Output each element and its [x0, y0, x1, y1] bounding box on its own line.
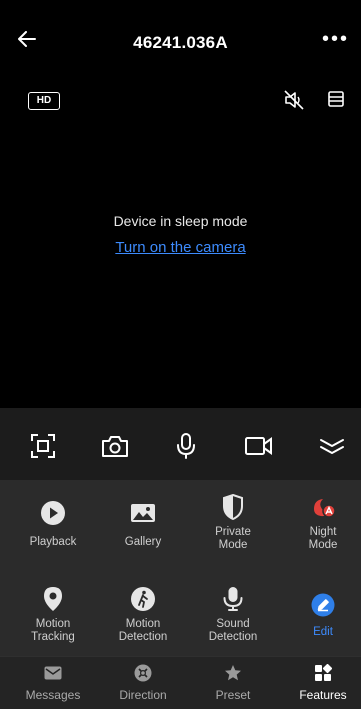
top-bar: 46241.036A ••• — [0, 0, 361, 52]
direction-pad-icon — [98, 663, 188, 683]
grid-icon — [278, 663, 361, 683]
microphone-icon[interactable] — [168, 428, 204, 464]
collapse-icon[interactable] — [314, 428, 350, 464]
hd-quality-button[interactable]: HD — [28, 92, 60, 110]
image-icon — [130, 500, 156, 526]
microphone-icon — [220, 586, 246, 612]
motion-tracking-label: Motion Tracking — [31, 618, 75, 643]
sound-detection-button[interactable]: Sound Detection — [188, 586, 278, 644]
edit-pencil-icon — [310, 592, 336, 618]
tab-direction-label: Direction — [119, 688, 167, 702]
motion-detection-button[interactable]: Motion Detection — [98, 586, 188, 644]
tab-messages[interactable]: Messages — [8, 663, 98, 702]
night-mode-button[interactable]: Night Mode — [278, 494, 361, 552]
tab-features-label: Features — [299, 688, 347, 702]
night-mode-label: Night Mode — [308, 526, 338, 551]
layout-toggle-icon[interactable] — [327, 90, 345, 113]
shield-icon — [220, 494, 246, 520]
control-bar — [0, 408, 361, 480]
bottom-tab-bar: Messages Direction Preset Features — [0, 656, 361, 709]
sleep-mode-message: Device in sleep mode — [113, 213, 248, 229]
page-title: 46241.036A — [133, 33, 228, 52]
tab-direction[interactable]: Direction — [98, 663, 188, 702]
more-options-icon[interactable]: ••• — [322, 29, 349, 49]
edit-button[interactable]: Edit — [278, 592, 361, 639]
motion-detection-label: Motion Detection — [118, 618, 168, 643]
walking-person-icon — [130, 586, 156, 612]
tab-preset-label: Preset — [215, 688, 251, 702]
private-mode-label: Private Mode — [215, 526, 251, 551]
speaker-muted-icon[interactable] — [283, 89, 305, 116]
tab-features[interactable]: Features — [278, 663, 361, 702]
gallery-button[interactable]: Gallery — [98, 500, 188, 549]
gallery-label: Gallery — [124, 536, 162, 548]
star-icon — [188, 663, 278, 683]
tab-messages-label: Messages — [25, 688, 81, 702]
night-mode-icon — [310, 494, 336, 520]
private-mode-button[interactable]: Private Mode — [188, 494, 278, 552]
location-pin-icon — [40, 586, 66, 612]
playback-button[interactable]: Playback — [8, 500, 98, 549]
edit-label: Edit — [313, 626, 333, 638]
play-icon — [40, 500, 66, 526]
video-preview: HD Device in sleep mode Turn on the came… — [0, 70, 361, 408]
screenshot-frame-icon[interactable] — [25, 428, 61, 464]
camera-icon[interactable] — [97, 428, 133, 464]
tab-preset[interactable]: Preset — [188, 663, 278, 702]
features-panel: Playback Gallery Private Mode Night Mode… — [0, 480, 361, 656]
envelope-icon — [8, 663, 98, 683]
motion-tracking-button[interactable]: Motion Tracking — [8, 586, 98, 644]
playback-label: Playback — [29, 536, 77, 548]
record-video-icon[interactable] — [241, 428, 277, 464]
sound-detection-label: Sound Detection — [208, 618, 258, 643]
turn-on-camera-link[interactable]: Turn on the camera — [0, 239, 361, 256]
